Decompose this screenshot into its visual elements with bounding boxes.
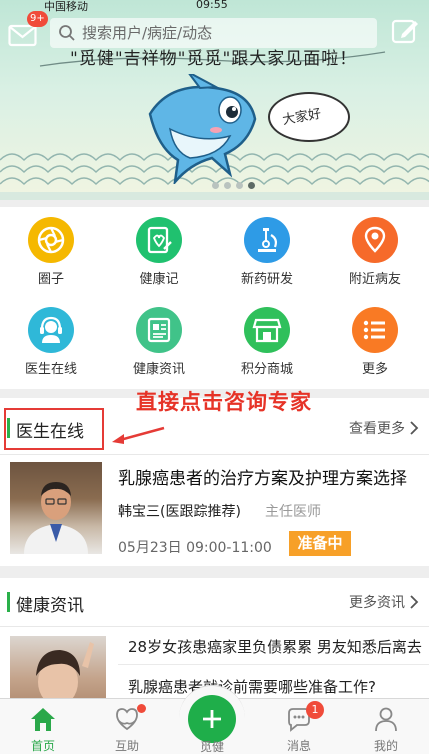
consultation-time: 05月23日 09:00-11:00 <box>118 540 272 556</box>
status-badge: 准备中 <box>289 531 351 556</box>
divider <box>118 664 429 665</box>
grid-item-label: 更多 <box>361 362 388 377</box>
grid-item-label: 积分商城 <box>240 362 293 377</box>
tab-mutual-aid[interactable]: 互助 <box>84 699 170 754</box>
grid-item-health-news[interactable]: 健康资讯 <box>109 300 209 380</box>
tab-label: 我的 <box>373 739 398 753</box>
news-person-image <box>36 642 94 706</box>
plus-button[interactable] <box>188 695 236 743</box>
carousel-dot-active[interactable] <box>248 182 255 189</box>
microscope-icon <box>258 228 277 252</box>
grid-item-label: 圈子 <box>37 272 64 287</box>
circle-icon-bg <box>352 307 398 353</box>
more-news-link[interactable]: 更多资讯 <box>349 592 405 612</box>
tab-label: 互助 <box>114 739 139 753</box>
carousel-indicator[interactable] <box>212 182 255 189</box>
grid-item-label: 附近病友 <box>348 272 401 287</box>
divider <box>0 626 429 627</box>
tab-home[interactable]: 首页 <box>0 699 86 754</box>
banner-slogan: "觅健"吉祥物"觅觅"跟大家见面啦！ <box>70 49 358 69</box>
grid-item-label: 新药研发 <box>240 272 293 287</box>
divider <box>0 454 429 455</box>
grid-item-health-diary[interactable]: 健康记 <box>109 210 209 290</box>
news-thumbnail[interactable] <box>10 636 106 706</box>
health-notebook-icon <box>147 226 172 254</box>
doctor-online-section: 医生在线 直接点击咨询专家 查看更多 乳腺癌患者的治疗方案及护理方案选择 韩宝三… <box>0 390 429 566</box>
annotation-arrow-icon <box>112 426 165 444</box>
grid-item-drug-research[interactable]: 新药研发 <box>217 210 317 290</box>
tab-label: 首页 <box>30 739 55 753</box>
speech-bubble: 大家好 <box>268 92 350 142</box>
status-bar: 中国移动 09:55 <box>0 0 429 14</box>
newspaper-icon <box>147 317 171 343</box>
banner[interactable]: 中国移动 09:55 9+ "觅健"吉祥物"觅觅"跟大家见面啦！ <box>0 0 429 200</box>
consultation-topic[interactable]: 乳腺癌患者的治疗方案及护理方案选择 <box>118 464 407 489</box>
section-title: 健康资讯 <box>16 596 84 616</box>
doctor-name: 韩宝三(医跟踪推荐) <box>118 504 241 520</box>
notification-dot <box>137 704 146 713</box>
message-count-badge: 1 <box>306 701 324 719</box>
bubble-text: 大家好 <box>281 106 323 129</box>
aperture-icon <box>37 226 65 254</box>
clock: 09:55 <box>196 0 228 11</box>
grid-item-circle[interactable]: 圈子 <box>1 210 101 290</box>
circle-icon-bg <box>28 217 74 263</box>
location-pin-icon <box>364 226 386 253</box>
grid-item-points-mall[interactable]: 积分商城 <box>217 300 317 380</box>
grid-item-label: 健康资讯 <box>132 362 185 377</box>
message-badge: 9+ <box>27 11 48 27</box>
see-more-link[interactable]: 查看更多 <box>349 418 405 438</box>
news-item[interactable]: 28岁女孩患癌家里负债累累 男友知悉后离去 <box>128 636 422 657</box>
list-icon <box>363 320 385 340</box>
plus-icon <box>203 710 221 728</box>
circle-icon-bg <box>352 217 398 263</box>
carousel-dot[interactable] <box>224 182 231 189</box>
doctor-title: 主任医师 <box>265 504 321 520</box>
grid-item-nearby-patients[interactable]: 附近病友 <box>325 210 425 290</box>
grid-item-label: 健康记 <box>139 272 179 287</box>
bottom-tab-bar: 首页 互助 觅健 1 消息 我的 <box>0 685 429 754</box>
circle-icon-bg <box>28 307 74 353</box>
tab-label: 觅健 <box>199 740 224 754</box>
person-icon <box>375 707 397 732</box>
circle-icon-bg <box>136 307 182 353</box>
circle-icon-bg <box>244 217 290 263</box>
circle-icon-bg <box>244 307 290 353</box>
tab-label: 消息 <box>286 739 311 753</box>
doctor-photo[interactable] <box>10 462 102 554</box>
doctor-headset-icon <box>40 316 62 343</box>
chevron-right-icon[interactable] <box>409 594 419 610</box>
chevron-right-icon[interactable] <box>409 420 419 436</box>
carousel-dot[interactable] <box>212 182 219 189</box>
news-item[interactable]: 乳腺癌患者就诊前需要哪些准备工作? <box>128 676 376 697</box>
store-icon <box>252 318 282 343</box>
doctor-avatar-icon <box>24 482 88 554</box>
tab-profile[interactable]: 我的 <box>343 699 429 754</box>
grid-item-more[interactable]: 更多 <box>325 300 425 380</box>
tab-messages[interactable]: 1 消息 <box>256 699 342 754</box>
tab-mijian[interactable]: 觅健 <box>179 685 245 754</box>
grid-item-doctor-online[interactable]: 医生在线 <box>1 300 101 380</box>
dolphin-mascot-icon <box>148 74 257 184</box>
home-icon <box>31 708 55 731</box>
carousel-dot[interactable] <box>236 182 243 189</box>
function-grid: 圈子 健康记 新药研发 附近病友 医生在线 健康资讯 积分商城 更多 <box>0 207 429 389</box>
annotation-text: 直接点击咨询专家 <box>136 390 312 414</box>
section-accent-bar <box>7 592 10 612</box>
health-news-section: 健康资讯 更多资讯 28岁女孩患癌家里负债累累 男友知悉后离去 乳腺癌患者就诊前… <box>0 578 429 706</box>
annotation-highlight-box <box>4 408 104 450</box>
grid-item-label: 医生在线 <box>24 362 77 377</box>
circle-icon-bg <box>136 217 182 263</box>
carrier-label: 中国移动 <box>44 0 88 13</box>
